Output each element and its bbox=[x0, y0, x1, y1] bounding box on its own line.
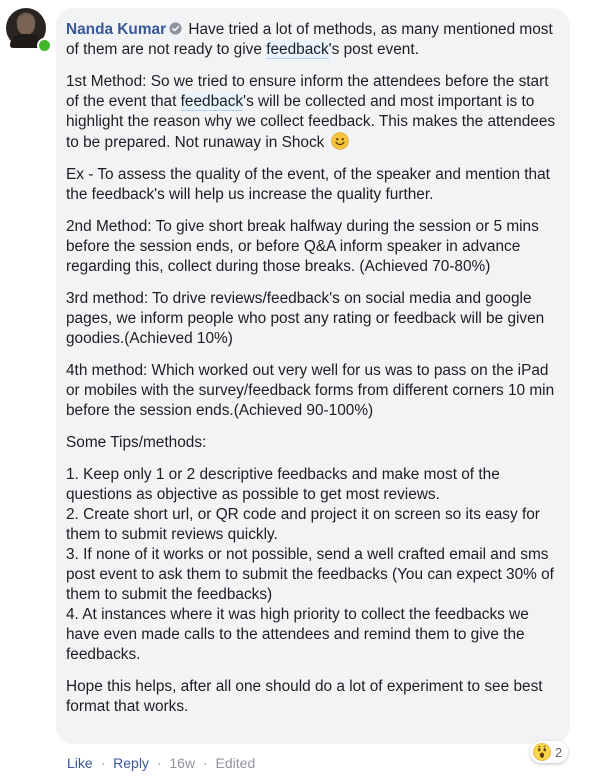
author-name-link[interactable]: Nanda Kumar bbox=[66, 21, 166, 38]
edited-label[interactable]: Edited bbox=[216, 755, 256, 771]
method-4-paragraph: 4th method: Which worked out very well f… bbox=[66, 362, 555, 419]
intro-text-end: 's post event. bbox=[328, 41, 419, 58]
example-paragraph: Ex - To assess the quality of the event,… bbox=[66, 166, 550, 203]
method-2-paragraph: 2nd Method: To give short break halfway … bbox=[66, 218, 539, 275]
separator-dot: · bbox=[156, 755, 162, 771]
tips-list: 1. Keep only 1 or 2 descriptive feedback… bbox=[66, 465, 560, 665]
tip-item: 2. Create short url, or QR code and proj… bbox=[66, 506, 540, 543]
comment-age-link[interactable]: 16w bbox=[169, 755, 195, 771]
reaction-count: 2 bbox=[555, 744, 563, 760]
tip-item: 1. Keep only 1 or 2 descriptive feedback… bbox=[66, 466, 500, 503]
online-status-icon bbox=[37, 38, 52, 53]
feedback-tag-link-2[interactable]: feedback bbox=[180, 93, 244, 111]
comment-actions: Like · Reply · 16w · Edited bbox=[67, 753, 255, 773]
tip-item: 3. If none of it works or not possible, … bbox=[66, 546, 554, 603]
wow-emoji-icon bbox=[533, 743, 551, 761]
comment-bubble: Nanda Kumar Have tried a lot of methods,… bbox=[56, 8, 570, 744]
smiley-emoji-icon bbox=[330, 132, 349, 150]
author-avatar[interactable] bbox=[6, 8, 52, 53]
avatar-face bbox=[17, 15, 35, 35]
method-3-paragraph: 3rd method: To drive reviews/feedback's … bbox=[66, 290, 545, 347]
separator-dot: · bbox=[100, 755, 106, 771]
tips-heading: Some Tips/methods: bbox=[66, 434, 207, 451]
feedback-tag-link[interactable]: feedback bbox=[266, 41, 329, 59]
like-button[interactable]: Like bbox=[67, 755, 93, 771]
closing-paragraph: Hope this helps, after all one should do… bbox=[66, 678, 543, 715]
comment-intro: Nanda Kumar Have tried a lot of methods,… bbox=[66, 20, 560, 60]
reaction-summary[interactable]: 2 bbox=[530, 741, 569, 763]
tip-item: 4. At instances where it was high priori… bbox=[66, 606, 529, 663]
reply-button[interactable]: Reply bbox=[113, 755, 149, 771]
separator-dot: · bbox=[202, 755, 208, 771]
method-1-paragraph: 1st Method: So we tried to ensure inform… bbox=[66, 72, 560, 153]
verified-badge-icon bbox=[169, 22, 182, 35]
